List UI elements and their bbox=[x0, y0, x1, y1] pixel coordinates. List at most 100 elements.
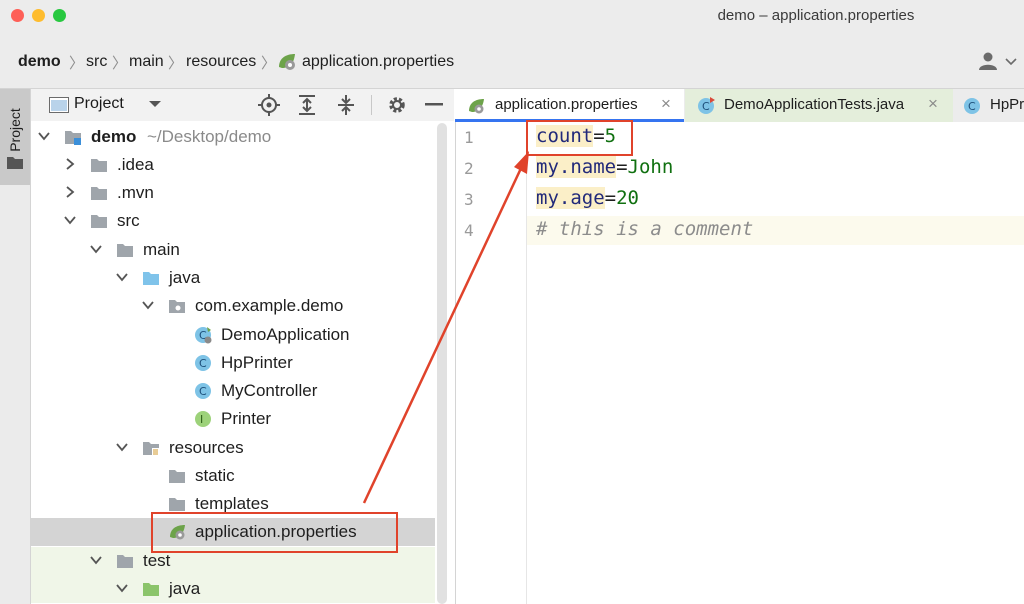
tree-row-static[interactable]: static bbox=[31, 462, 435, 490]
minimize-panel-icon[interactable] bbox=[425, 103, 443, 107]
locate-target-icon[interactable] bbox=[258, 94, 280, 116]
module-folder-icon bbox=[65, 131, 81, 145]
dropdown-chevron-icon[interactable] bbox=[148, 99, 162, 109]
chevron-down-icon bbox=[90, 556, 102, 565]
property-key: my.name bbox=[536, 156, 617, 178]
user-account-icon[interactable] bbox=[978, 51, 1018, 71]
equals-sign: = bbox=[616, 156, 628, 178]
close-tab-icon[interactable]: × bbox=[928, 94, 938, 114]
tree-label: com.example.demo bbox=[195, 296, 344, 315]
folder-icon bbox=[7, 157, 23, 169]
tree-label: DemoApplication bbox=[221, 325, 350, 344]
title-bar: demo – application.properties bbox=[0, 0, 1024, 34]
tree-row-main[interactable]: main bbox=[31, 236, 435, 264]
tree-label: src bbox=[117, 211, 140, 230]
tree-label: test bbox=[143, 551, 171, 570]
tab-hpprinter[interactable]: C HpPr bbox=[954, 89, 1024, 122]
project-tool-label: Project bbox=[7, 108, 23, 152]
project-view-icon bbox=[49, 97, 69, 113]
code-editor[interactable]: 1 2 3 4 count=5 my.name=John my.age=20 #… bbox=[455, 122, 1024, 604]
chevron-down-icon bbox=[90, 245, 102, 254]
tab-demoapplicationtests[interactable]: C DemoApplicationTests.java × bbox=[685, 89, 953, 122]
tree-row-demo[interactable]: demo ~/Desktop/demo bbox=[31, 123, 435, 151]
breadcrumb-separator: 〉 bbox=[168, 55, 184, 72]
tree-row-demoapplication[interactable]: C DemoApplication bbox=[31, 321, 435, 349]
tree-row-test-java[interactable]: java bbox=[31, 575, 435, 603]
tree-label: .mvn bbox=[117, 183, 154, 202]
annotation-box-count bbox=[526, 120, 633, 156]
project-panel-header: Project bbox=[31, 89, 454, 121]
spring-class-icon: C bbox=[195, 327, 212, 344]
tab-application-properties[interactable]: application.properties × bbox=[455, 89, 684, 122]
close-tab-icon[interactable]: × bbox=[661, 94, 671, 114]
tree-label: templates bbox=[195, 494, 269, 513]
breadcrumb-src[interactable]: src bbox=[86, 53, 107, 71]
chevron-down-icon bbox=[142, 301, 154, 310]
line-number: 3 bbox=[464, 190, 474, 209]
line-number: 4 bbox=[464, 221, 474, 240]
tree-row-resources[interactable]: resources bbox=[31, 434, 435, 462]
equals-sign: = bbox=[604, 187, 617, 209]
tree-row-package[interactable]: com.example.demo bbox=[31, 292, 435, 320]
breadcrumb-separator: 〉 bbox=[69, 55, 85, 72]
expand-all-icon[interactable] bbox=[297, 94, 317, 116]
tree-row-idea[interactable]: .idea bbox=[31, 151, 435, 179]
tree-row-mvn[interactable]: .mvn bbox=[31, 179, 435, 207]
tree-row-mycontroller[interactable]: C MyController bbox=[31, 377, 435, 405]
chevron-down-icon bbox=[116, 273, 128, 282]
test-class-icon: C bbox=[698, 97, 715, 114]
code-line[interactable]: my.name=John bbox=[536, 156, 673, 178]
chevron-down-icon bbox=[64, 216, 76, 225]
collapse-all-icon[interactable] bbox=[336, 94, 356, 116]
gear-icon[interactable] bbox=[386, 94, 408, 116]
toolbar-divider bbox=[371, 95, 372, 115]
breadcrumb-demo[interactable]: demo bbox=[18, 53, 61, 71]
class-icon: C bbox=[195, 355, 211, 371]
chevron-down-icon bbox=[116, 443, 128, 452]
tree-row-src[interactable]: src bbox=[31, 207, 435, 235]
navigation-bar: demo 〉 src 〉 main 〉 resources 〉 applicat… bbox=[0, 34, 1024, 89]
property-value: John bbox=[627, 156, 674, 178]
svg-text:C: C bbox=[199, 385, 207, 398]
folder-icon bbox=[117, 555, 133, 568]
tree-label: HpPrinter bbox=[221, 353, 293, 372]
window-title: demo – application.properties bbox=[717, 7, 915, 24]
breadcrumb-file[interactable]: application.properties bbox=[302, 53, 454, 71]
breadcrumb-resources[interactable]: resources bbox=[186, 53, 256, 71]
project-tree-scrollbar[interactable] bbox=[437, 123, 447, 604]
breadcrumb-separator: 〉 bbox=[261, 55, 277, 72]
folder-icon bbox=[91, 159, 107, 172]
chevron-right-icon bbox=[66, 158, 75, 170]
chevron-right-icon bbox=[66, 186, 75, 198]
spring-properties-icon bbox=[279, 54, 295, 70]
breadcrumb-separator: 〉 bbox=[112, 55, 128, 72]
code-line[interactable]: # this is a comment bbox=[536, 218, 753, 240]
line-number-gutter: 1 2 3 4 bbox=[456, 122, 527, 604]
tree-label: static bbox=[195, 466, 235, 485]
tree-label: .idea bbox=[117, 155, 154, 174]
code-line[interactable]: my.age=20 bbox=[536, 187, 639, 209]
editor-tab-bar: application.properties × C DemoApplicati… bbox=[455, 89, 1024, 123]
chevron-down-icon bbox=[116, 584, 128, 593]
svg-text:I: I bbox=[200, 413, 203, 426]
chevron-down-icon bbox=[38, 132, 50, 141]
tree-label: MyController bbox=[221, 381, 318, 400]
class-icon: C bbox=[195, 383, 211, 399]
project-tool-button[interactable]: Project bbox=[0, 89, 30, 185]
breadcrumb-main[interactable]: main bbox=[129, 53, 164, 71]
tree-row-printer[interactable]: I Printer bbox=[31, 405, 435, 433]
tab-label: HpPr bbox=[990, 96, 1024, 113]
svg-text:C: C bbox=[702, 100, 710, 113]
folder-icon bbox=[91, 215, 107, 228]
tree-row-java[interactable]: java bbox=[31, 264, 435, 292]
project-path: ~/Desktop/demo bbox=[147, 127, 272, 146]
resources-folder-icon bbox=[143, 442, 159, 456]
tree-label: java bbox=[169, 268, 201, 287]
folder-icon bbox=[117, 244, 133, 257]
tree-row-hpprinter[interactable]: C HpPrinter bbox=[31, 349, 435, 377]
interface-icon: I bbox=[195, 411, 211, 427]
tree-label: resources bbox=[169, 438, 244, 457]
source-folder-icon bbox=[143, 272, 159, 285]
tab-label: application.properties bbox=[495, 96, 638, 113]
tool-window-stripe: Project bbox=[0, 89, 31, 604]
